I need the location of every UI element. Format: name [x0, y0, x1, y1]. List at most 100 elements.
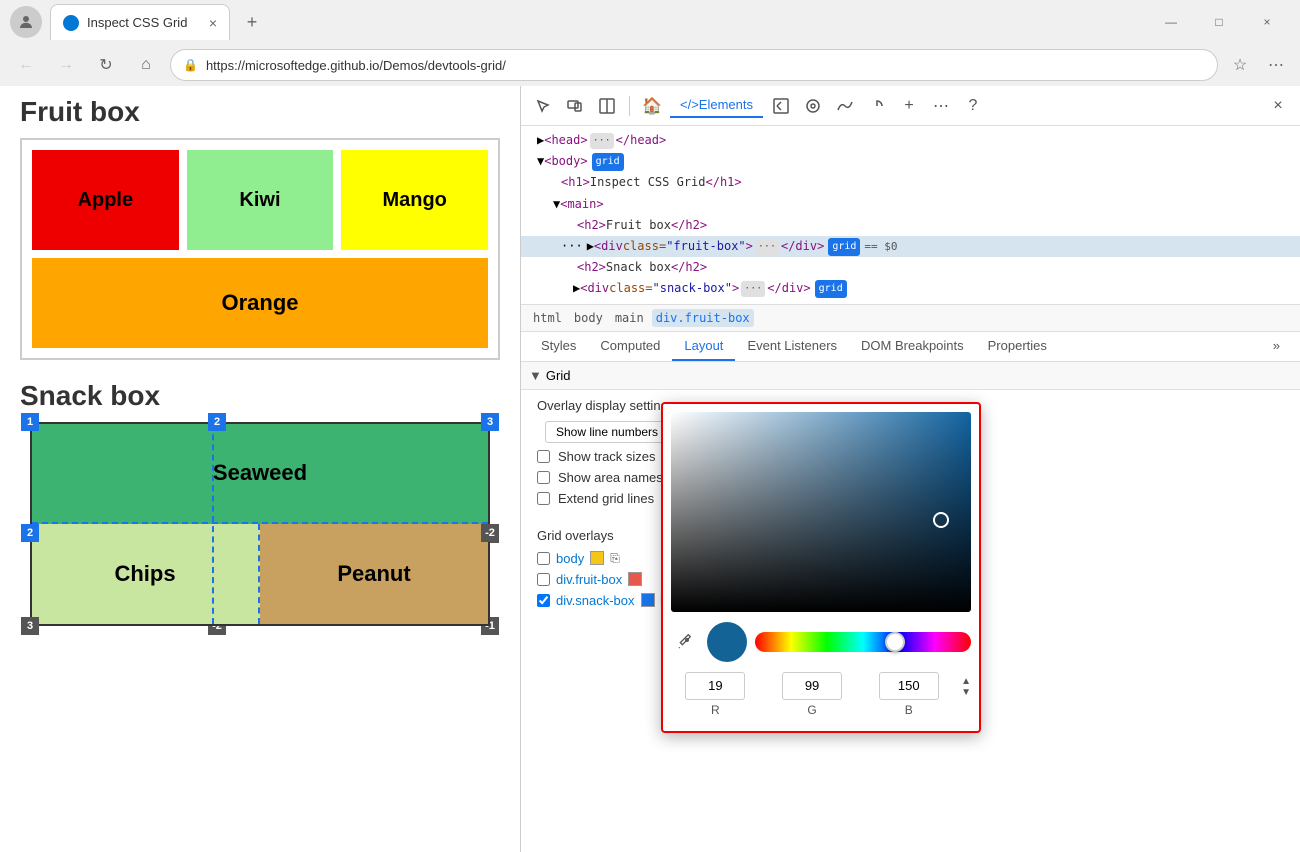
breadcrumb-html[interactable]: html	[529, 309, 566, 327]
event-listeners-tab[interactable]: Event Listeners	[735, 332, 849, 361]
snack-box-color-swatch[interactable]	[641, 593, 655, 607]
favorites-button[interactable]: ☆	[1226, 51, 1254, 79]
rgb-format-toggle[interactable]: ▲ ▼	[961, 672, 971, 717]
grid-col-3: 3	[481, 413, 499, 431]
dom-body-line[interactable]: ▼ <body> grid	[521, 151, 1300, 172]
active-tab[interactable]: Inspect CSS Grid ×	[50, 4, 230, 40]
forward-button[interactable]: →	[50, 49, 82, 81]
chips-item: Chips	[32, 524, 260, 624]
color-picker-handle[interactable]	[933, 512, 949, 528]
device-toggle-icon[interactable]	[561, 92, 589, 120]
seaweed-item: Seaweed	[32, 424, 488, 524]
breadcrumb-div-fruit[interactable]: div.fruit-box	[652, 309, 754, 327]
dom-main-line[interactable]: ▼ <main>	[521, 194, 1300, 215]
hue-slider-handle[interactable]	[885, 632, 905, 652]
performance-icon[interactable]	[863, 92, 891, 120]
body-copy-icon[interactable]: ⎘	[610, 551, 620, 566]
dom-breakpoints-tab[interactable]: DOM Breakpoints	[849, 332, 976, 361]
body-overlay-checkbox[interactable]	[537, 552, 550, 565]
fruit-box-title: Fruit box	[20, 96, 500, 128]
address-bar[interactable]: 🔒 https://microsoftedge.github.io/Demos/…	[170, 49, 1218, 81]
r-value-input[interactable]	[685, 672, 745, 700]
show-area-names-label: Show area names	[558, 470, 663, 485]
window-controls: — □ ×	[1148, 6, 1290, 38]
home-icon[interactable]: 🏠	[638, 92, 666, 120]
more-tools-icon[interactable]: ⋯	[927, 92, 955, 120]
back-button[interactable]: ←	[10, 49, 42, 81]
fruit-box-overlay-checkbox[interactable]	[537, 573, 550, 586]
grid-row-2: 2	[21, 524, 39, 542]
snack-box: Seaweed Chips Peanut	[30, 422, 490, 626]
r-label: R	[711, 703, 720, 717]
devtools-panel: 🏠 </> Elements + ⋯ ? × ▶	[520, 86, 1300, 852]
hue-slider[interactable]	[755, 632, 971, 652]
computed-tab[interactable]: Computed	[588, 332, 672, 361]
g-label: G	[807, 703, 816, 717]
split-view-icon[interactable]	[593, 92, 621, 120]
dom-h2-snack-line[interactable]: <h2> Snack box </h2>	[521, 257, 1300, 278]
eyedropper-button[interactable]	[671, 628, 699, 656]
more-button[interactable]: ⋯	[1262, 51, 1290, 79]
help-icon[interactable]: ?	[959, 92, 987, 120]
rgb-inputs: R G B ▲ ▼	[671, 672, 971, 717]
maximize-button[interactable]: □	[1196, 6, 1242, 38]
reload-button[interactable]: ↻	[90, 49, 122, 81]
console-icon[interactable]	[767, 92, 795, 120]
snack-box-overlay-label: div.snack-box	[556, 593, 635, 608]
body-color-swatch[interactable]	[590, 551, 604, 565]
title-bar: Inspect CSS Grid × + — □ ×	[0, 0, 1300, 44]
breadcrumb-main[interactable]: main	[611, 309, 648, 327]
properties-tab[interactable]: Properties	[976, 332, 1059, 361]
g-input-group: G	[768, 672, 857, 717]
breadcrumb-body[interactable]: body	[570, 309, 607, 327]
dom-h2-fruit-line[interactable]: <h2> Fruit box </h2>	[521, 215, 1300, 236]
new-tab-button[interactable]: +	[238, 8, 266, 36]
breadcrumb: html body main div.fruit-box	[521, 305, 1300, 332]
color-gradient-area[interactable]	[671, 412, 971, 612]
devtools-close-icon[interactable]: ×	[1264, 92, 1292, 120]
extend-grid-lines-checkbox[interactable]	[537, 492, 550, 505]
grid-corner-1: 1	[21, 413, 39, 431]
color-picker-bottom	[671, 622, 971, 662]
close-button[interactable]: ×	[1244, 6, 1290, 38]
dom-head-line[interactable]: ▶ <head> ··· </head>	[521, 130, 1300, 151]
tab-close-button[interactable]: ×	[209, 15, 217, 31]
url-text: https://microsoftedge.github.io/Demos/de…	[206, 58, 1205, 73]
grid-bot-3: 3	[21, 617, 39, 635]
dom-div-fruit-line[interactable]: ··· ▶ <div class= "fruit-box" > ··· </di…	[521, 236, 1300, 257]
snack-box-overlay-checkbox[interactable]	[537, 594, 550, 607]
address-bar-row: ← → ↻ ⌂ 🔒 https://microsoftedge.github.i…	[0, 44, 1300, 86]
add-icon[interactable]: +	[895, 92, 923, 120]
grid-section-header[interactable]: ▼ Grid	[521, 362, 1300, 390]
styles-tabs: Styles Computed Layout Event Listeners D…	[521, 332, 1300, 362]
b-value-input[interactable]	[879, 672, 939, 700]
minimize-button[interactable]: —	[1148, 6, 1194, 38]
grid-col-2: 2	[208, 413, 226, 431]
grid-row-neg2: -2	[481, 524, 499, 542]
current-color-circle	[707, 622, 747, 662]
b-input-group: B	[864, 672, 953, 717]
network-icon[interactable]	[831, 92, 859, 120]
elements-tab[interactable]: </> Elements	[670, 93, 763, 118]
g-value-input[interactable]	[782, 672, 842, 700]
apple-item: Apple	[32, 150, 179, 250]
show-area-names-checkbox[interactable]	[537, 471, 550, 484]
sources-icon[interactable]	[799, 92, 827, 120]
inspect-element-icon[interactable]	[529, 92, 557, 120]
dom-div-snack-line[interactable]: ▶ <div class= "snack-box" > ··· </div> g…	[521, 278, 1300, 299]
grid-panel: ▼ Grid Overlay display settings Show lin…	[521, 362, 1300, 852]
snack-box-title: Snack box	[20, 380, 500, 412]
page-content: Fruit box Apple Kiwi Mango Orange Snack …	[0, 86, 520, 852]
show-track-sizes-label: Show track sizes	[558, 449, 656, 464]
show-track-sizes-checkbox[interactable]	[537, 450, 550, 463]
layout-tab[interactable]: Layout	[672, 332, 735, 361]
dom-h1-line[interactable]: <h1> Inspect CSS Grid </h1>	[521, 172, 1300, 193]
user-avatar	[10, 6, 42, 38]
more-panels-button[interactable]: »	[1261, 332, 1292, 361]
lock-icon: 🔒	[183, 58, 198, 72]
fruit-box-color-swatch[interactable]	[628, 572, 642, 586]
tab-favicon	[63, 15, 79, 31]
home-button[interactable]: ⌂	[130, 49, 162, 81]
styles-tab[interactable]: Styles	[529, 332, 588, 361]
extend-grid-lines-label: Extend grid lines	[558, 491, 654, 506]
